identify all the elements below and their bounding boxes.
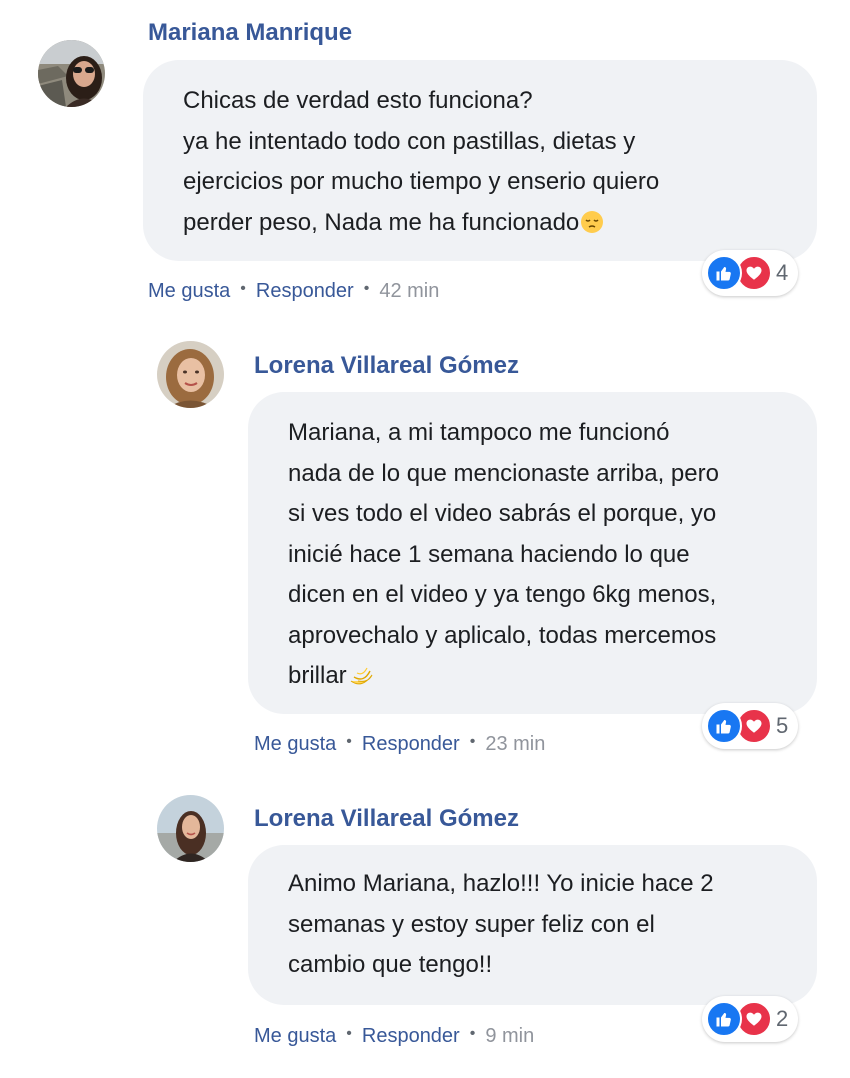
dizzy-star-icon <box>348 660 376 701</box>
comment-line: ejercicios por mucho tiempo y enserio qu… <box>183 168 660 195</box>
comment-line: cambio que tengo!! <box>288 951 493 978</box>
separator-dot: • <box>240 279 246 297</box>
comment-line: inicié hace 1 semana haciendo lo que <box>288 540 690 568</box>
comment-line: Animo Mariana, hazlo!!! Yo inicie hace 2 <box>288 870 714 897</box>
comment-line-text: perder peso, Nada me ha funcionado <box>183 208 580 236</box>
reactions-summary[interactable]: 4 <box>702 250 799 296</box>
comment-author[interactable]: Mariana Manrique <box>148 19 352 47</box>
comment-bubble: Chicas de verdad esto funciona? ya he in… <box>143 60 817 261</box>
comment-actions: Me gusta • Responder • 9 min <box>254 1025 534 1048</box>
reactions-summary[interactable]: 5 <box>702 703 799 749</box>
comment-timestamp[interactable]: 23 min <box>485 733 545 756</box>
like-link[interactable]: Me gusta <box>254 1025 336 1048</box>
separator-dot: • <box>363 279 370 297</box>
comment-line-last: brillar <box>288 656 817 701</box>
separator-dot: • <box>346 1024 352 1042</box>
avatar[interactable] <box>157 795 224 862</box>
reply-link[interactable]: Responder <box>256 280 354 303</box>
separator-dot: • <box>346 732 352 750</box>
reaction-count: 5 <box>776 713 789 738</box>
comment-line: ya he intentado todo con pastillas, diet… <box>183 127 636 155</box>
comment-line: dicen en el video y ya tengo 6kg menos, <box>288 581 717 608</box>
comment-line: Chicas de verdad esto funciona? <box>183 87 533 114</box>
reaction-count: 4 <box>776 260 789 285</box>
comment-timestamp[interactable]: 42 min <box>379 280 439 303</box>
comment-author[interactable]: Lorena Villareal Gómez <box>254 805 519 833</box>
like-reaction-icon <box>706 1001 742 1037</box>
like-link[interactable]: Me gusta <box>148 280 230 303</box>
separator-dot: • <box>469 1024 476 1042</box>
like-reaction-icon <box>706 708 742 744</box>
like-link[interactable]: Me gusta <box>254 733 336 756</box>
comment-line: nada de lo que mencionaste arriba, pero <box>288 459 719 487</box>
reaction-count: 2 <box>776 1006 789 1031</box>
reply-link[interactable]: Responder <box>362 1025 460 1048</box>
comment-bubble: Animo Mariana, hazlo!!! Yo inicie hace 2… <box>248 845 817 1005</box>
comment-line: si ves todo el video sabrás el porque, y… <box>288 500 717 527</box>
avatar[interactable] <box>157 341 224 408</box>
comment-author[interactable]: Lorena Villareal Gómez <box>254 352 519 380</box>
comment-line: semanas y estoy super feliz con el <box>288 910 655 938</box>
reactions-summary[interactable]: 2 <box>702 996 799 1042</box>
comment-line-last: perder peso, Nada me ha funcionado <box>183 203 817 248</box>
separator-dot: • <box>469 732 476 750</box>
comment-timestamp[interactable]: 9 min <box>485 1025 534 1048</box>
comment-line: Mariana, a mi tampoco me funcionó <box>288 419 670 446</box>
avatar[interactable] <box>38 40 105 107</box>
comment-line-text: brillar <box>288 662 347 689</box>
reply-link[interactable]: Responder <box>362 733 460 756</box>
like-reaction-icon <box>706 255 742 291</box>
pensive-face-icon <box>580 207 604 248</box>
comment-actions: Me gusta • Responder • 42 min <box>148 280 439 303</box>
comment-line: aprovechalo y aplicalo, todas mercemos <box>288 621 717 649</box>
comment-actions: Me gusta • Responder • 23 min <box>254 733 545 756</box>
comment-bubble: Mariana, a mi tampoco me funcionó nada d… <box>248 392 817 714</box>
